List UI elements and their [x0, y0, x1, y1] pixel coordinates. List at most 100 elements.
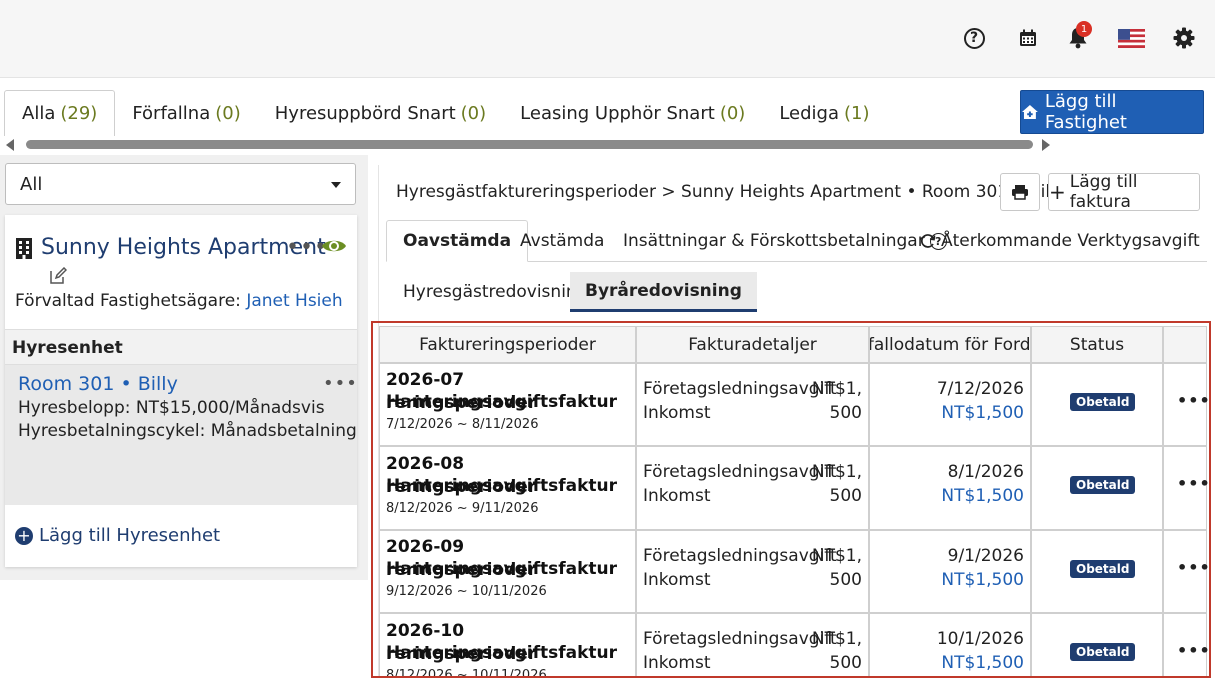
help-icon[interactable]: ?	[962, 26, 986, 50]
table-row[interactable]: 2026-09 Hanteringsavgiftsfaktur reringsp…	[379, 530, 636, 613]
edit-svg	[50, 266, 68, 284]
tab-label: Insättningar & Förskottsbetalningar	[623, 231, 925, 251]
status-cell: Obetald	[1031, 446, 1163, 530]
tab-deposits[interactable]: Insättningar & Förskottsbetalningar ?	[623, 220, 947, 262]
tab-tenant-accounting[interactable]: Hyresgästredovisning	[403, 272, 587, 312]
notification-badge: 1	[1076, 21, 1092, 37]
scrollbar-thumb[interactable]	[26, 140, 1033, 149]
tab-count: (1)	[843, 102, 870, 124]
period-title-cont: reringsperioder	[386, 393, 537, 413]
period-range: 7/12/2026 ~ 8/11/2026	[386, 417, 539, 432]
tabs-scrollbar[interactable]	[4, 138, 1054, 152]
column-header[interactable]: Faktureringsperioder	[379, 326, 636, 363]
print-button[interactable]	[1000, 173, 1040, 211]
period-title-cont: reringsperioder	[386, 560, 537, 580]
column-header[interactable]: Status	[1031, 326, 1163, 363]
calendar-icon[interactable]	[1016, 26, 1040, 50]
unit-title-link[interactable]: Room 301 • Billy	[18, 373, 178, 395]
status-cell: Obetald	[1031, 613, 1163, 676]
status-badge: Obetald	[1070, 560, 1136, 578]
tab-overdue[interactable]: Förfallna (0)	[115, 90, 257, 136]
tab-rent-due-soon[interactable]: Hyresuppbörd Snart (0)	[258, 90, 503, 136]
house-plus-icon	[1021, 105, 1038, 119]
detail-amount: NT$1,	[811, 462, 862, 482]
tab-recurring-utility[interactable]: Återkommande Verktygsavgift	[920, 220, 1200, 262]
tab-lease-ending-soon[interactable]: Leasing Upphör Snart (0)	[503, 90, 762, 136]
us-flag-icon[interactable]	[1118, 26, 1145, 50]
invoice-details: Företagsledningsavgift Inkomst NT$1, 500	[636, 363, 869, 446]
unit-item[interactable]: Room 301 • Billy ••• Hyresbelopp: NT$15,…	[5, 365, 357, 505]
top-bar: ? 1	[0, 0, 1215, 78]
table-row[interactable]: 2026-10 Hanteringsavgiftsfaktur reringsp…	[379, 613, 636, 678]
tab-count: (0)	[719, 102, 746, 124]
calendar-svg	[1020, 29, 1036, 46]
help-glyph: ?	[963, 27, 985, 49]
tab-count: (29)	[60, 103, 98, 124]
column-header[interactable]: Fakturadetaljer	[636, 326, 869, 363]
add-unit-button[interactable]: + Lägg till Hyresenhet	[15, 525, 220, 546]
tab-label: Byråredovisning	[585, 280, 742, 301]
due-cell: 7/12/2026 NT$1,500	[869, 363, 1031, 446]
unit-more-icon[interactable]: •••	[323, 373, 358, 394]
add-property-button[interactable]: Lägg till Fastighet	[1020, 90, 1204, 134]
gear-icon[interactable]	[1172, 26, 1196, 50]
select-value: All	[20, 173, 43, 195]
status-cell: Obetald	[1031, 363, 1163, 446]
tab-reconciled[interactable]: Avstämda	[520, 220, 604, 262]
column-header-actions	[1163, 326, 1207, 363]
detail-amount: NT$1,	[811, 546, 862, 566]
eye-svg	[322, 240, 346, 252]
row-more-icon[interactable]: •••	[1177, 391, 1209, 410]
add-property-label: Lägg till Fastighet	[1044, 91, 1127, 133]
period-range: 9/12/2026 ~ 10/11/2026	[386, 584, 547, 599]
table-row[interactable]: 2026-08 Hanteringsavgiftsfaktur reringsp…	[379, 446, 636, 530]
tab-count: (0)	[215, 102, 241, 124]
property-name[interactable]: Sunny Heights Apartment	[41, 235, 326, 260]
row-more-icon[interactable]: •••	[1177, 558, 1209, 577]
tab-count: (0)	[460, 102, 487, 124]
unit-rent: Hyresbelopp: NT$15,000/Månadsvis	[18, 398, 325, 418]
tab-vacant[interactable]: Lediga (1)	[762, 90, 886, 136]
invoice-table-highlight: Faktureringsperioder Fakturadetaljer För…	[371, 321, 1211, 678]
due-amount[interactable]: NT$1,500	[941, 570, 1024, 590]
scroll-left-icon[interactable]	[6, 139, 14, 151]
add-invoice-button[interactable]: + Lägg till faktura	[1048, 172, 1200, 212]
due-amount[interactable]: NT$1,500	[941, 486, 1024, 506]
row-more-icon[interactable]: •••	[1177, 641, 1209, 660]
period-range: 8/12/2026 ~ 10/11/2026	[386, 668, 547, 678]
eye-icon[interactable]	[321, 237, 347, 259]
detail-amount-cont: 500	[829, 403, 862, 423]
due-amount[interactable]: NT$1,500	[941, 653, 1024, 673]
detail-type: Företagsledningsavgift	[643, 462, 837, 482]
detail-amount: NT$1,	[811, 379, 862, 399]
invoice-details: Företagsledningsavgift Inkomst NT$1, 500	[636, 613, 869, 676]
property-card: Sunny Heights Apartment ••• Förvaltad Fa…	[5, 215, 357, 567]
tab-label: Hyresuppbörd Snart	[274, 102, 456, 124]
edit-icon[interactable]	[49, 266, 68, 289]
tab-label: Alla	[22, 103, 56, 124]
due-amount[interactable]: NT$1,500	[941, 403, 1024, 423]
period-title-cont: reringsperioder	[386, 477, 537, 497]
row-more-icon[interactable]: •••	[1177, 474, 1209, 493]
tab-all[interactable]: Alla (29)	[4, 90, 116, 136]
gear-svg	[1173, 27, 1195, 49]
detail-amount-cont: 500	[829, 653, 862, 673]
detail-amount-cont: 500	[829, 486, 862, 506]
owner-name-link[interactable]: Janet Hsieh	[246, 291, 342, 311]
tab-unreconciled[interactable]: Oavstämda	[386, 220, 529, 262]
tab-label: Förfallna	[132, 102, 211, 124]
invoice-details: Företagsledningsavgift Inkomst NT$1, 500	[636, 530, 869, 613]
due-date: 9/1/2026	[947, 546, 1024, 566]
add-invoice-label: Lägg till faktura	[1069, 172, 1138, 212]
tab-agency-accounting[interactable]: Byråredovisning	[570, 272, 757, 312]
status-cell: Obetald	[1031, 530, 1163, 613]
building-icon	[16, 237, 32, 259]
column-header[interactable]: Förfallodatum för Fordran	[869, 326, 1031, 363]
table-row[interactable]: 2026-07 Hanteringsavgiftsfaktur reringsp…	[379, 363, 636, 446]
due-date: 7/12/2026	[936, 379, 1024, 399]
property-filter-select[interactable]: All	[5, 163, 356, 205]
period-title-cont: reringsperioder	[386, 644, 537, 664]
due-date: 8/1/2026	[947, 462, 1024, 482]
plus-icon: +	[1049, 180, 1066, 204]
scroll-right-icon[interactable]	[1042, 139, 1050, 151]
